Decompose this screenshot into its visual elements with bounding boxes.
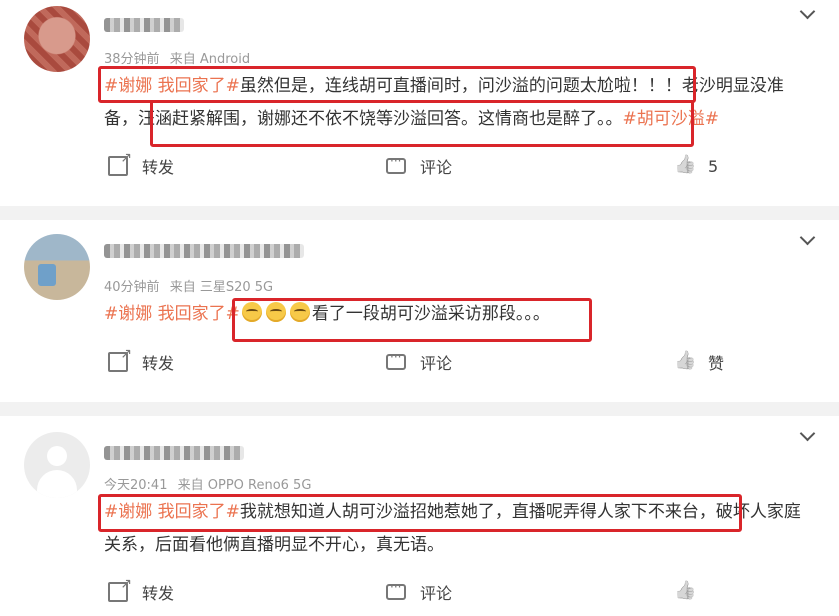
- avatar[interactable]: [24, 432, 90, 498]
- post-time: 40分钟前: [104, 280, 160, 295]
- post-meta: 38分钟前 来自 Android: [104, 48, 256, 67]
- comment-label: 评论: [420, 584, 453, 603]
- comment-label: 评论: [420, 158, 453, 177]
- comment-button[interactable]: 评论: [386, 347, 452, 377]
- comment-button[interactable]: 评论: [386, 151, 452, 181]
- action-bar: 转发 评论 5: [0, 150, 839, 181]
- post-3: 今天20:41 来自 OPPO Reno6 5G #谢娜 我回家了#我就想知道人…: [0, 416, 839, 616]
- post-meta: 40分钟前 来自 三星S20 5G: [104, 276, 279, 295]
- like-label: 赞: [708, 354, 725, 373]
- share-label: 转发: [142, 158, 175, 177]
- post-source: 来自 三星S20 5G: [169, 280, 274, 295]
- avatar[interactable]: [24, 234, 90, 300]
- like-button[interactable]: 赞: [674, 347, 724, 377]
- post-time: 今天20:41: [104, 478, 168, 493]
- like-button[interactable]: [674, 577, 708, 607]
- chevron-down-icon[interactable]: [801, 8, 813, 20]
- comment-icon: [386, 580, 406, 600]
- chevron-down-icon[interactable]: [801, 430, 813, 442]
- username-blurred[interactable]: [104, 244, 304, 258]
- share-label: 转发: [142, 354, 175, 373]
- highlight-box: [232, 298, 592, 342]
- separator: [0, 206, 839, 220]
- share-icon: [108, 150, 132, 176]
- highlight-box: [98, 494, 742, 532]
- share-button[interactable]: 转发: [108, 346, 175, 377]
- like-icon: [674, 156, 694, 176]
- chevron-down-icon[interactable]: [801, 234, 813, 246]
- separator: [0, 402, 839, 416]
- avatar[interactable]: [24, 6, 90, 72]
- post-2: 40分钟前 来自 三星S20 5G #谢娜 我回家了# 看了一段胡可沙溢采访那段。…: [0, 220, 839, 402]
- highlight-box: [150, 100, 694, 147]
- share-label: 转发: [142, 584, 175, 603]
- post-source: 来自 Android: [169, 52, 251, 67]
- share-icon: [108, 576, 132, 602]
- comment-button[interactable]: 评论: [386, 577, 452, 607]
- share-button[interactable]: 转发: [108, 150, 175, 181]
- comment-icon: [386, 154, 406, 174]
- action-bar: 转发 评论 赞: [0, 346, 839, 377]
- like-icon: [674, 352, 694, 372]
- share-button[interactable]: 转发: [108, 576, 175, 607]
- comment-icon: [386, 350, 406, 370]
- username-blurred[interactable]: [104, 18, 184, 32]
- like-icon: [674, 582, 694, 602]
- post-source: 来自 OPPO Reno6 5G: [177, 478, 312, 493]
- like-count: 5: [708, 156, 719, 176]
- post-meta: 今天20:41 来自 OPPO Reno6 5G: [104, 474, 317, 493]
- hashtag-link[interactable]: #谢娜 我回家了#: [104, 304, 240, 324]
- comment-label: 评论: [420, 354, 453, 373]
- like-button[interactable]: 5: [674, 151, 718, 181]
- action-bar: 转发 评论: [0, 576, 839, 607]
- post-time: 38分钟前: [104, 52, 160, 67]
- username-blurred[interactable]: [104, 446, 244, 460]
- highlight-box: [98, 66, 696, 103]
- share-icon: [108, 346, 132, 372]
- post-1: 38分钟前 来自 Android #谢娜 我回家了#虽然但是，连线胡可直播间时，…: [0, 0, 839, 206]
